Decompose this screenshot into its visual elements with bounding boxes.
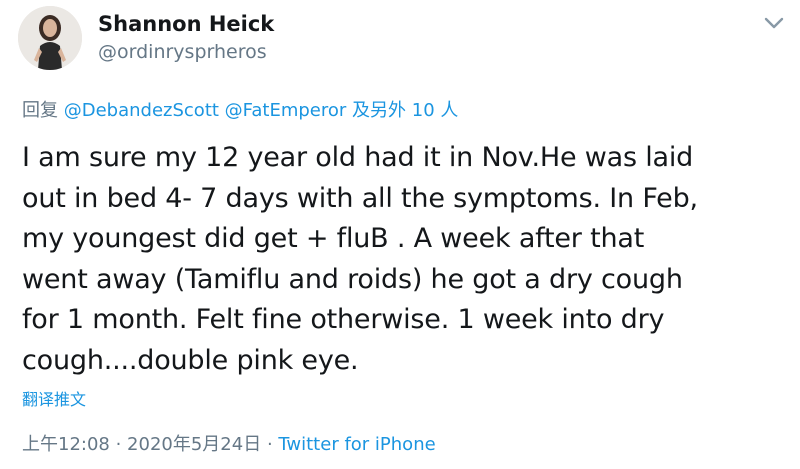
avatar-image: [18, 6, 82, 70]
tweet-date[interactable]: 2020年5月24日: [127, 434, 261, 455]
others-link[interactable]: 及另外 10 人: [346, 100, 458, 121]
author-handle[interactable]: @ordinrysprheros: [98, 41, 267, 63]
mention-link[interactable]: @DebandezScott: [64, 100, 219, 121]
author-display-name[interactable]: Shannon Heick: [98, 12, 274, 36]
meta-separator: ·: [109, 434, 128, 455]
chevron-down-icon: [764, 17, 784, 29]
replying-to-line: 回复 @DebandezScott @FatEmperor 及另外 10 人: [22, 96, 458, 122]
tweet-source-link[interactable]: Twitter for iPhone: [278, 434, 435, 455]
meta-separator: ·: [261, 434, 279, 455]
more-options-button[interactable]: [760, 12, 788, 34]
tweet-meta: 上午12:08 · 2020年5月24日 · Twitter for iPhon…: [22, 430, 436, 456]
mention-link[interactable]: @FatEmperor: [225, 100, 347, 121]
translate-tweet-link[interactable]: 翻译推文: [22, 386, 86, 410]
tweet-time[interactable]: 上午12:08: [22, 434, 110, 455]
avatar[interactable]: [18, 6, 82, 70]
reply-prefix: 回复: [22, 100, 64, 121]
tweet-text: I am sure my 12 year old had it in Nov.H…: [22, 142, 698, 376]
